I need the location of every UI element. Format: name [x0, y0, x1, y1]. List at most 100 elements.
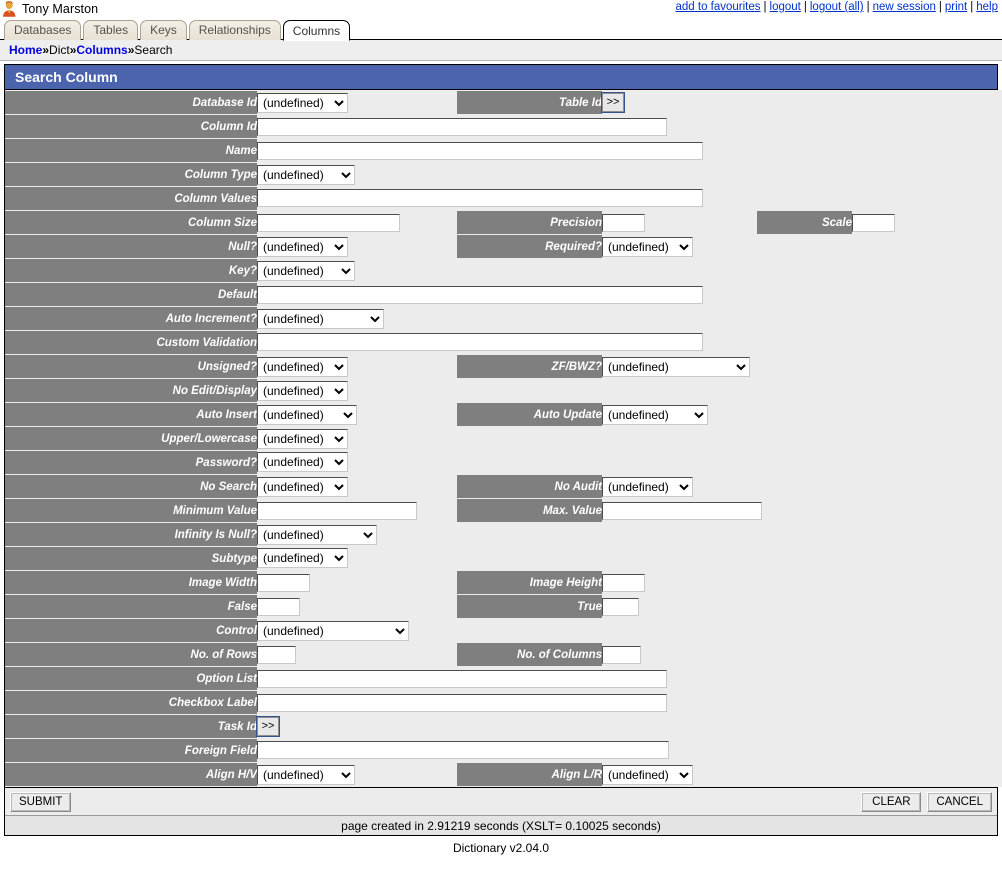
link-help[interactable]: help — [976, 1, 998, 13]
select-no-audit[interactable]: (undefined) — [602, 477, 693, 497]
label-default: Default — [5, 283, 257, 307]
cell-unsigned: (undefined) — [257, 355, 457, 379]
select-upper-lowercase[interactable]: (undefined) — [257, 429, 348, 449]
input-true[interactable] — [602, 598, 639, 616]
form-row: Column Id — [5, 115, 1002, 139]
clear-button[interactable]: CLEAR — [861, 792, 921, 812]
page-timing-text: page created in 2.91219 seconds (XSLT= 0… — [5, 815, 997, 835]
link-separator: | — [801, 1, 810, 13]
select-key[interactable]: (undefined) — [257, 261, 355, 281]
form-row: Key? (undefined) — [5, 259, 1002, 283]
select-no-edit-display[interactable]: (undefined) — [257, 381, 348, 401]
label-auto-update: Auto Update — [457, 403, 602, 427]
input-false[interactable] — [257, 598, 300, 616]
select-null[interactable]: (undefined) — [257, 237, 348, 257]
label-null: Null? — [5, 235, 257, 259]
form-row: Custom Validation — [5, 331, 1002, 355]
select-unsigned[interactable]: (undefined) — [257, 357, 348, 377]
cell-no-edit-display: (undefined) — [257, 379, 1002, 403]
input-image-width[interactable] — [257, 574, 310, 592]
select-password[interactable]: (undefined) — [257, 452, 348, 472]
link-print[interactable]: print — [945, 1, 967, 13]
select-zf-bwz[interactable]: (undefined) — [602, 357, 750, 377]
user-block: Tony Marston — [2, 1, 98, 17]
form-row: Task Id >> — [5, 715, 1002, 739]
input-minimum-value[interactable] — [257, 502, 417, 520]
select-infinity-is-null[interactable]: (undefined) — [257, 525, 377, 545]
tab-tables[interactable]: Tables — [83, 20, 138, 40]
input-option-list[interactable] — [257, 670, 667, 688]
tab-keys[interactable]: Keys — [140, 20, 187, 40]
cell-scale — [852, 211, 1002, 235]
input-max-value[interactable] — [602, 502, 762, 520]
task-id-picker-button[interactable]: >> — [257, 717, 279, 736]
cell-foreign-field — [257, 739, 1002, 763]
form-row: Name — [5, 139, 1002, 163]
table-id-picker-button[interactable]: >> — [602, 93, 624, 112]
select-no-search[interactable]: (undefined) — [257, 477, 348, 497]
select-align-lr[interactable]: (undefined) — [602, 765, 693, 785]
tab-strip: Databases Tables Keys Relationships Colu… — [0, 18, 1002, 40]
breadcrumb-home[interactable]: Home — [9, 43, 42, 57]
select-control[interactable]: (undefined) — [257, 621, 409, 641]
input-image-height[interactable] — [602, 574, 645, 592]
label-subtype: Subtype — [5, 547, 257, 571]
cancel-button[interactable]: CANCEL — [927, 792, 992, 812]
label-required: Required? — [457, 235, 602, 259]
link-separator: | — [967, 1, 976, 13]
cell-zf-bwz: (undefined) — [602, 355, 1002, 379]
input-scale[interactable] — [852, 214, 895, 232]
select-column-type[interactable]: (undefined) — [257, 165, 355, 185]
select-auto-insert[interactable]: (undefined) — [257, 405, 357, 425]
input-precision[interactable] — [602, 214, 645, 232]
input-name[interactable] — [257, 142, 703, 160]
label-custom-validation: Custom Validation — [5, 331, 257, 355]
form-row: Foreign Field — [5, 739, 1002, 763]
link-logout-all[interactable]: logout (all) — [810, 1, 864, 13]
tab-columns[interactable]: Columns — [283, 20, 350, 41]
cell-null: (undefined) — [257, 235, 457, 259]
input-no-of-rows[interactable] — [257, 646, 296, 664]
link-separator: | — [761, 1, 770, 13]
form-row: No. of Rows No. of Columns — [5, 643, 1002, 667]
input-no-of-columns[interactable] — [602, 646, 641, 664]
link-add-to-favourites[interactable]: add to favourites — [676, 1, 761, 13]
label-no-edit-display: No Edit/Display — [5, 379, 257, 403]
breadcrumb-columns[interactable]: Columns — [76, 43, 127, 57]
cell-false — [257, 595, 457, 619]
select-auto-update[interactable]: (undefined) — [602, 405, 708, 425]
label-column-values: Column Values — [5, 187, 257, 211]
search-column-panel: Search Column Database Id (undefined) Ta… — [4, 64, 998, 836]
tab-databases[interactable]: Databases — [4, 20, 81, 40]
form-row: Column Values — [5, 187, 1002, 211]
label-checkbox-label: Checkbox Label — [5, 691, 257, 715]
cell-custom-validation — [257, 331, 1002, 355]
cell-checkbox-label — [257, 691, 1002, 715]
cell-option-list — [257, 667, 1002, 691]
link-new-session[interactable]: new session — [873, 1, 936, 13]
input-column-size[interactable] — [257, 214, 400, 232]
link-logout[interactable]: logout — [770, 1, 801, 13]
link-separator: | — [864, 1, 873, 13]
input-checkbox-label[interactable] — [257, 694, 667, 712]
select-subtype[interactable]: (undefined) — [257, 548, 348, 568]
cell-no-audit: (undefined) — [602, 475, 1002, 499]
input-column-values[interactable] — [257, 189, 703, 207]
input-foreign-field[interactable] — [257, 741, 669, 759]
select-required[interactable]: (undefined) — [602, 237, 693, 257]
label-control: Control — [5, 619, 257, 643]
select-align-hv[interactable]: (undefined) — [257, 765, 355, 785]
input-custom-validation[interactable] — [257, 333, 703, 351]
form-row: Subtype (undefined) — [5, 547, 1002, 571]
tab-relationships[interactable]: Relationships — [189, 20, 281, 40]
label-align-hv: Align H/V — [5, 763, 257, 787]
input-default[interactable] — [257, 286, 703, 304]
submit-button[interactable]: SUBMIT — [10, 792, 71, 812]
select-auto-increment[interactable]: (undefined) — [257, 309, 384, 329]
input-column-id[interactable] — [257, 118, 667, 136]
label-minimum-value: Minimum Value — [5, 499, 257, 523]
label-database-id: Database Id — [5, 91, 257, 115]
select-database-id[interactable]: (undefined) — [257, 93, 348, 113]
cell-default — [257, 283, 1002, 307]
form-row: Minimum Value Max. Value — [5, 499, 1002, 523]
